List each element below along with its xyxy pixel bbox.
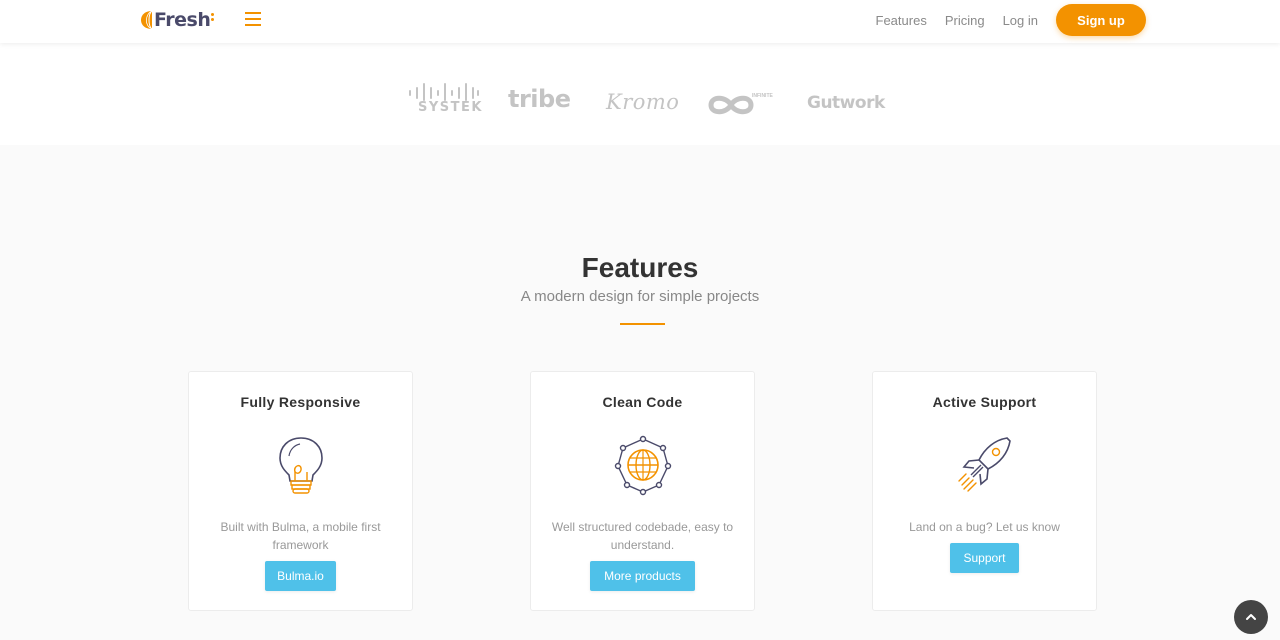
feature-card-active-support: Active Support Land on a bug? Let us kno… [872, 371, 1097, 611]
client-logo-gutwork: Gutwork [807, 93, 885, 113]
brand-logo[interactable]: Fresh [141, 8, 216, 32]
fresh-logo-icon [141, 10, 153, 30]
client-logo-kromo: Kromo [606, 90, 680, 114]
feature-card-title: Clean Code [602, 394, 683, 410]
client-logo-systek: SYSTEK [408, 81, 483, 121]
chevron-up-icon [1246, 614, 1256, 620]
brand-dots [210, 10, 216, 30]
feature-card-text: Well structured codebade, easy to unders… [551, 520, 734, 552]
feature-card-text: Land on a bug? Let us know [909, 520, 1060, 534]
navbar: Fresh Features Pricing Log in Sign up [0, 0, 1280, 43]
globe-network-icon [614, 435, 672, 496]
features-subtitle: A modern design for simple projects [520, 288, 760, 305]
clients-logos-strip: SYSTEK tribe Kromo INFINITE Gutwork [0, 43, 1280, 145]
feature-card-title: Fully Responsive [240, 394, 361, 410]
hamburger-icon[interactable] [245, 12, 261, 26]
features-title: Features [581, 252, 699, 283]
nav-link-pricing[interactable]: Pricing [945, 13, 985, 28]
nav-link-features[interactable]: Features [876, 13, 927, 28]
feature-card-clean-code: Clean Code Well structured codebade, eas… [530, 371, 755, 611]
signup-button[interactable]: Sign up [1056, 4, 1146, 36]
support-button[interactable]: Support [950, 543, 1019, 573]
client-logo-systek-text: SYSTEK [418, 100, 483, 115]
more-products-button[interactable]: More products [590, 561, 695, 591]
back-to-top-button[interactable] [1234, 600, 1268, 634]
feature-card-text: Built with Bulma, a mobile first framewo… [220, 520, 381, 552]
brand-name: Fresh [154, 9, 211, 31]
nav-link-login[interactable]: Log in [1003, 13, 1038, 28]
feature-card-title: Active Support [932, 394, 1037, 410]
feature-card-responsive: Fully Responsive Built with Bulma, a mob… [188, 371, 413, 611]
bulma-button[interactable]: Bulma.io [265, 561, 336, 591]
lightbulb-icon [279, 437, 323, 494]
nav-links: Features Pricing Log in [858, 0, 1038, 40]
systek-bars-icon [409, 83, 479, 101]
title-divider [620, 323, 665, 325]
rocket-icon [958, 437, 1011, 492]
infinity-icon [708, 95, 754, 115]
client-logo-tribe: tribe [508, 85, 571, 113]
client-logo-infinite-text: INFINITE [752, 93, 773, 99]
client-logo-infinite: INFINITE [706, 91, 774, 119]
